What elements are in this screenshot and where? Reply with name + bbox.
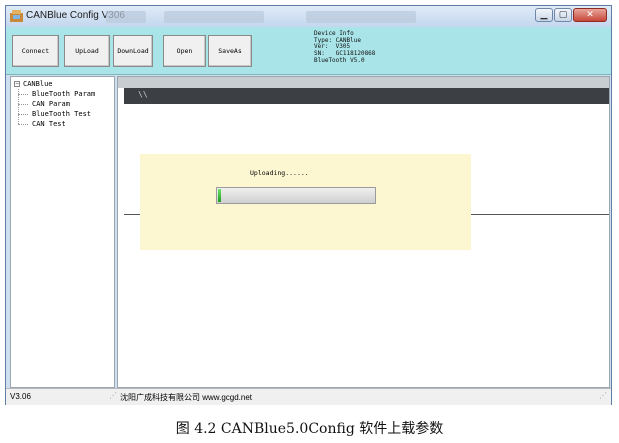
figure-caption: 图 4.2 CANBlue5.0Config 软件上载参数 (175, 421, 444, 437)
config-tree: − CANBlue BlueTooth Param CAN Param Blue… (14, 79, 95, 129)
upload-button[interactable]: UpLoad (64, 35, 110, 67)
maximize-button[interactable]: ▢ (554, 8, 572, 22)
status-bar: V3.06 ⋰ 沈阳广成科技有限公司 www.gcgd.net ⋰ (6, 388, 611, 405)
version-label: V3.06 (10, 392, 31, 401)
saveas-button[interactable]: SaveAs (208, 35, 252, 67)
device-info: Device Info Type: CANBlue Ver: V305 SN: GC1… (314, 30, 375, 65)
title-bar-blur (106, 11, 146, 23)
minimize-button[interactable]: ▁ (535, 8, 553, 22)
content-header-strip (118, 77, 609, 88)
tree-root[interactable]: − CANBlue (14, 79, 95, 89)
collapse-icon[interactable]: − (14, 81, 20, 87)
download-button[interactable]: DownLoad (113, 35, 153, 67)
close-button[interactable]: ✕ (573, 8, 607, 22)
app-window: CANBlue Config V306 ▁ ▢ ✕ Connect UpLoad… (5, 5, 612, 405)
tree-panel: − CANBlue BlueTooth Param CAN Param Blue… (10, 76, 115, 388)
device-bluetooth: BlueTooth V5.0 (314, 56, 365, 64)
close-icon: ✕ (586, 10, 594, 20)
content-panel: \\ Uploading...... (117, 76, 610, 388)
upload-progress-fill (218, 189, 222, 202)
app-icon (10, 10, 23, 22)
title-bar[interactable]: CANBlue Config V306 ▁ ▢ ✕ (6, 6, 611, 27)
company-label: 沈阳广成科技有限公司 www.gcgd.net (120, 393, 253, 402)
connect-button[interactable]: Connect (12, 35, 59, 67)
status-separator: ⋰ (109, 391, 117, 400)
open-button[interactable]: Open (163, 35, 206, 67)
minimize-icon: ▁ (540, 10, 548, 20)
maximize-icon: ▢ (558, 10, 568, 20)
content-tab[interactable]: \\ (138, 90, 148, 99)
title-bar-blur (164, 11, 264, 23)
resize-grip-icon[interactable]: ⋰ (599, 391, 607, 400)
tree-item-bluetooth-test[interactable]: BlueTooth Test (14, 109, 95, 119)
tree-item-bluetooth-param[interactable]: BlueTooth Param (14, 89, 95, 99)
upload-progress-bar (216, 187, 376, 204)
content-tab-bar: \\ (124, 88, 609, 104)
window-controls: ▁ ▢ ✕ (534, 8, 607, 22)
tree-root-label: CANBlue (23, 80, 53, 88)
upload-dialog: Uploading...... (140, 154, 471, 250)
title-bar-blur (306, 11, 416, 23)
tree-item-can-param[interactable]: CAN Param (14, 99, 95, 109)
tree-item-can-test[interactable]: CAN Test (14, 119, 95, 129)
toolbar: Connect UpLoad DownLoad Open SaveAs Devi… (6, 27, 611, 75)
upload-status-text: Uploading...... (250, 169, 309, 177)
